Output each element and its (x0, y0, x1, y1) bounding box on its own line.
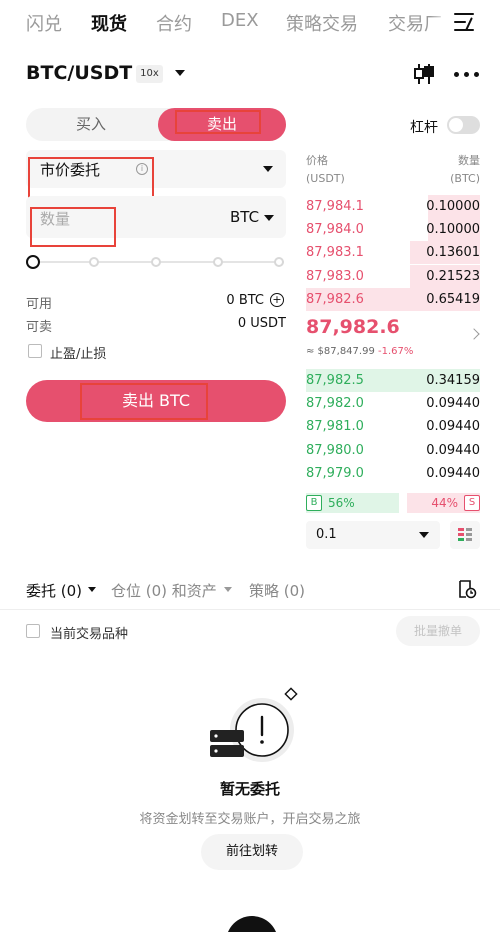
leverage-label: 杠杆 (410, 120, 438, 136)
price-change: -1.67% (378, 346, 414, 357)
ask-qty: 0.21523 (426, 268, 480, 284)
quantity-unit-select[interactable]: BTC (230, 208, 259, 226)
menu-icon[interactable] (452, 11, 478, 33)
top-tab-bar: 闪兑 现货 合约 DEX 策略交易 交易厂 (0, 0, 500, 46)
tab-futures[interactable]: 合约 (156, 10, 192, 36)
ask-row[interactable]: 87,983.0 0.21523 (306, 264, 480, 288)
slider-handle[interactable] (26, 255, 40, 269)
tab-spot[interactable]: 现货 (91, 10, 127, 36)
tpsl-checkbox[interactable] (28, 344, 42, 358)
ask-price: 87,982.6 (306, 291, 364, 307)
current-pair-label: 当前交易品种 (50, 627, 129, 642)
tpsl-label: 止盈/止损 (50, 347, 107, 362)
slider-step-50[interactable] (151, 257, 161, 267)
index-price-line: ≈ $87,847.99 -1.67% (306, 346, 413, 357)
bid-row[interactable]: 87,979.0 0.09440 (306, 462, 480, 485)
batch-cancel-button[interactable]: 批量撤单 (396, 616, 480, 646)
orderbook-price-unit: (USDT) (306, 172, 345, 185)
bid-row[interactable]: 87,981.0 0.09440 (306, 415, 480, 438)
leverage-switch[interactable] (447, 116, 480, 134)
empty-state-subtitle: 将资金划转至交易账户，开启交易之旅 (139, 812, 361, 827)
ask-qty: 0.10000 (426, 199, 480, 214)
order-history-icon[interactable] (457, 579, 477, 599)
bid-price: 87,980.0 (306, 442, 364, 458)
tab-positions[interactable]: 仓位 (0) 和资产 (111, 580, 217, 601)
bid-row[interactable]: 87,980.0 0.09440 (306, 439, 480, 462)
highlight-box-quantity (30, 207, 116, 247)
orders-tab-bar: 委托 (0) 仓位 (0) 和资产 策略 (0) (0, 574, 500, 610)
bid-qty: 0.09440 (426, 442, 480, 458)
orderbook-price-header: 价格 (306, 154, 328, 167)
bid-row[interactable]: 87,982.5 0.34159 (306, 369, 480, 392)
buy-sell-ratio: B 56% 44% S (306, 493, 480, 513)
orderbook-qty-unit: (BTC) (450, 172, 480, 185)
ask-price: 87,984.0 (306, 222, 364, 238)
transfer-button[interactable]: 前往划转 (201, 834, 303, 870)
ask-qty: 0.65419 (426, 291, 480, 307)
ask-price: 87,983.0 (306, 268, 364, 284)
amount-slider[interactable] (26, 254, 286, 270)
highlight-box-sell-button (80, 383, 208, 420)
positions-dropdown-icon[interactable] (224, 587, 232, 592)
pair-symbol[interactable]: BTC/USDT (26, 62, 132, 84)
index-price: ≈ $87,847.99 (306, 346, 375, 357)
ask-row[interactable]: 87,984.1 0.10000 (306, 195, 480, 218)
ask-row[interactable]: 87,984.0 0.10000 (306, 218, 480, 242)
tab-convert[interactable]: 闪兑 (26, 10, 62, 36)
order-type-dropdown-icon (263, 166, 273, 172)
orderbook-qty-header: 数量 (458, 154, 480, 167)
sell-badge: S (464, 495, 480, 511)
slider-step-25[interactable] (89, 257, 99, 267)
ask-qty: 0.13601 (426, 245, 480, 261)
bid-qty: 0.09440 (426, 419, 480, 435)
buy-tab[interactable]: 买入 (26, 108, 156, 141)
available-label: 可用 (26, 297, 53, 312)
ask-qty: 0.10000 (426, 222, 480, 238)
buy-ratio-pct: 56% (328, 496, 355, 510)
bid-price: 87,981.0 (306, 419, 364, 435)
chevron-right-icon[interactable] (468, 328, 480, 340)
candlestick-icon[interactable] (412, 62, 436, 86)
sellable-value: 0 USDT (237, 316, 286, 331)
pair-dropdown-icon[interactable] (175, 70, 185, 76)
last-price: 87,982.6 (306, 316, 400, 338)
bid-qty: 0.09440 (426, 396, 480, 412)
highlight-box-order-type (28, 157, 154, 199)
orders-dropdown-icon[interactable] (88, 587, 96, 592)
tab-strategy[interactable]: 策略交易 (286, 10, 358, 36)
current-pair-checkbox[interactable] (26, 624, 40, 638)
buy-badge: B (306, 495, 322, 511)
depth-dropdown-icon (419, 532, 429, 538)
bid-row[interactable]: 87,982.0 0.09440 (306, 392, 480, 415)
sellable-label: 可卖 (26, 320, 53, 335)
ask-row[interactable]: 87,983.1 0.13601 (306, 241, 480, 265)
more-icon[interactable] (454, 72, 480, 78)
ask-price: 87,983.1 (306, 245, 364, 261)
ask-row[interactable]: 87,982.6 0.65419 (306, 287, 480, 311)
tab-orders[interactable]: 委托 (0) (26, 580, 82, 601)
bid-qty: 0.09440 (426, 465, 480, 481)
empty-state-title: 暂无委托 (219, 780, 280, 798)
add-funds-icon[interactable]: + (270, 293, 284, 307)
ask-price: 87,984.1 (306, 199, 364, 214)
bid-qty: 0.34159 (426, 373, 480, 388)
floating-action-button[interactable] (226, 916, 278, 932)
slider-step-100[interactable] (274, 257, 284, 267)
bid-price: 87,982.5 (306, 373, 364, 388)
bid-price: 87,982.0 (306, 396, 364, 412)
depth-step-value: 0.1 (316, 527, 337, 542)
bid-price: 87,979.0 (306, 465, 364, 481)
unit-dropdown-icon[interactable] (264, 215, 274, 221)
sell-ratio-pct: 44% (431, 496, 458, 510)
highlight-box-sell-tab (175, 110, 261, 134)
tab-fade (430, 6, 448, 36)
available-value: 0 BTC (226, 293, 264, 308)
tab-dex[interactable]: DEX (221, 10, 259, 31)
slider-step-75[interactable] (213, 257, 223, 267)
orderbook-layout-icon[interactable] (450, 521, 480, 549)
empty-orders-illustration-icon (210, 687, 298, 762)
tab-strategies[interactable]: 策略 (0) (249, 580, 305, 601)
leverage-badge: 10x (136, 65, 163, 83)
depth-step-select[interactable]: 0.1 (306, 521, 440, 549)
